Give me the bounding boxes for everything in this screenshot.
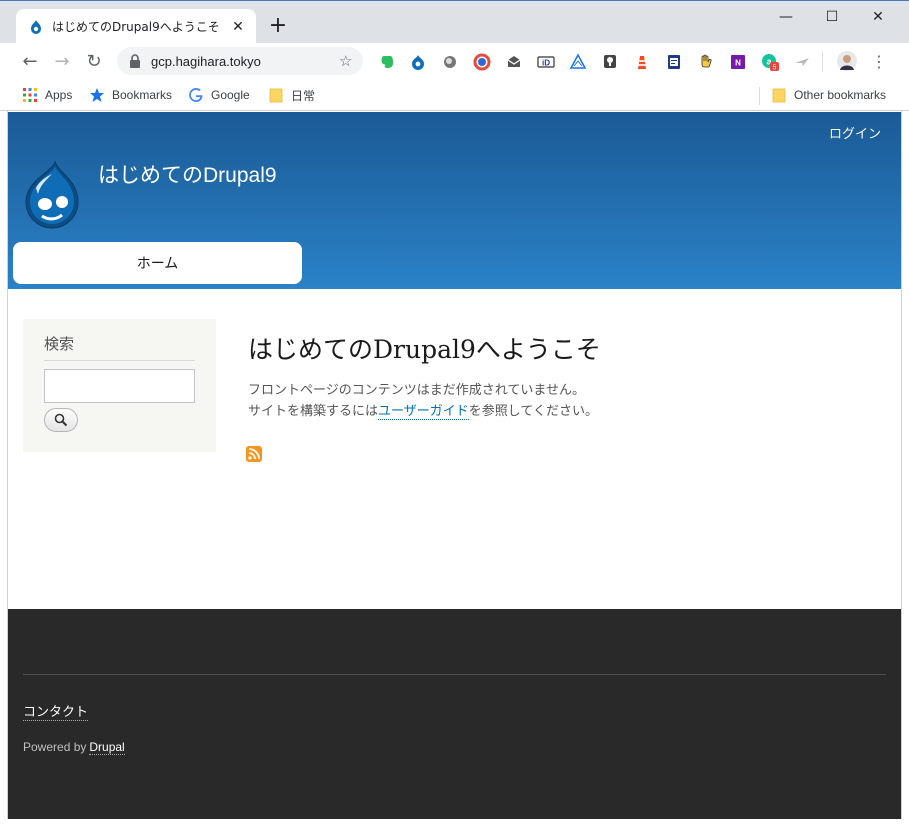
- minimize-button[interactable]: —: [763, 5, 809, 29]
- login-link[interactable]: ログイン: [829, 123, 881, 142]
- search-input[interactable]: [44, 369, 195, 403]
- forward-button[interactable]: →: [51, 51, 73, 73]
- bookmark-google[interactable]: Google: [188, 86, 250, 104]
- intro-line-1: フロントページのコンテンツはまだ作成されていません。: [248, 383, 585, 398]
- triangle-icon[interactable]: [569, 53, 587, 71]
- menu-item-home-label: ホーム: [136, 256, 179, 272]
- window-frame-bottom: [0, 819, 909, 826]
- lock-icon: [130, 54, 140, 68]
- menu-item-home[interactable]: ホーム: [13, 242, 302, 284]
- onenote-icon[interactable]: N: [729, 53, 747, 71]
- bookmark-folder[interactable]: 日常: [268, 86, 315, 104]
- drupal-logo-icon[interactable]: [22, 160, 82, 230]
- window-frame-left: [0, 111, 8, 826]
- drupal-icon[interactable]: [409, 53, 427, 71]
- bookmark-google-label: Google: [211, 88, 250, 102]
- hand-icon[interactable]: [697, 53, 715, 71]
- grammarly-icon[interactable]: a5: [761, 53, 779, 71]
- bookmarks-divider: [759, 87, 760, 105]
- browser-tab[interactable]: はじめてのDrupal9へようこそ | はじめ ✕: [16, 9, 256, 44]
- intro-line-2: サイトを構築するにはユーザーガイドを参照してください。: [248, 401, 878, 422]
- lighthouse-icon[interactable]: [633, 53, 651, 71]
- browser-titlebar: はじめてのDrupal9へようこそ | はじめ ✕ + — ☐ ✕: [0, 0, 909, 44]
- bookmark-apps-label: Apps: [45, 88, 73, 102]
- bookmark-bookmarks[interactable]: Bookmarks: [89, 86, 172, 104]
- svg-text:iD: iD: [542, 59, 550, 68]
- new-tab-button[interactable]: +: [266, 15, 290, 39]
- svg-text:N: N: [735, 59, 741, 68]
- plane-icon[interactable]: [793, 53, 811, 71]
- bookmarks-bar: Apps Bookmarks Google 日常 Other bookmarks: [0, 80, 909, 111]
- evernote-icon[interactable]: [378, 53, 396, 71]
- search-icon: [54, 413, 68, 427]
- bulb-icon[interactable]: [601, 53, 619, 71]
- folder-icon: [269, 88, 283, 103]
- close-window-button[interactable]: ✕: [855, 5, 901, 29]
- bookmark-other-label: Other bookmarks: [794, 88, 887, 102]
- bookmark-folder-label: 日常: [291, 88, 316, 103]
- google-icon: [189, 88, 203, 102]
- bookmark-apps[interactable]: Apps: [22, 86, 72, 104]
- apps-grid-icon: [23, 88, 37, 102]
- circle-icon[interactable]: [441, 53, 459, 71]
- id-icon[interactable]: iD: [537, 53, 555, 71]
- search-button[interactable]: [44, 408, 78, 432]
- main-content: はじめてのDrupal9へようこそ フロントページのコンテンツはまだ作成されてい…: [246, 330, 878, 462]
- url-text[interactable]: gcp.hagihara.tokyo: [151, 54, 339, 69]
- toolbar-divider: [822, 52, 823, 72]
- folder-icon: [772, 88, 786, 103]
- intro-text: フロントページのコンテンツはまだ作成されていません。 サイトを構築するにはユーザ…: [248, 380, 878, 422]
- footer-contact-link[interactable]: コンタクト: [23, 701, 89, 721]
- reload-button[interactable]: ↻: [83, 51, 105, 73]
- intro-line-2-suffix: を参照してください。: [468, 404, 598, 419]
- star-icon: [90, 88, 104, 102]
- drupal-favicon-icon: [31, 19, 41, 34]
- bookmark-other[interactable]: Other bookmarks: [771, 86, 886, 104]
- window-frame-right: [901, 111, 909, 826]
- chrome-color-icon[interactable]: [473, 53, 491, 71]
- intro-line-2-prefix: サイトを構築するには: [248, 404, 379, 419]
- browser-toolbar: ← → ↻ gcp.hagihara.tokyo ☆ iD N a5 ⋮: [0, 43, 909, 80]
- maximize-button[interactable]: ☐: [809, 5, 855, 29]
- back-button[interactable]: ←: [19, 51, 41, 73]
- bookmark-star-icon[interactable]: ☆: [339, 53, 355, 69]
- extension-badge: 5: [773, 65, 777, 72]
- site-header: ログイン はじめてのDrupal9 ホーム: [8, 112, 901, 289]
- page-title: はじめてのDrupal9へようこそ: [248, 335, 601, 364]
- user-guide-link[interactable]: ユーザーガイド: [378, 404, 469, 420]
- site-footer: コンタクト Powered by Drupal: [8, 609, 901, 819]
- powered-by: Powered by Drupal: [23, 740, 125, 755]
- clipboard-icon[interactable]: [665, 53, 683, 71]
- bookmark-bookmarks-label: Bookmarks: [112, 88, 173, 102]
- powered-by-prefix: Powered by: [23, 740, 87, 754]
- site-name[interactable]: はじめてのDrupal9: [98, 159, 277, 189]
- web-page: ログイン はじめてのDrupal9 ホーム 検索 はじめてのDrupal9へよう…: [8, 112, 901, 819]
- search-block: 検索: [23, 319, 216, 452]
- drupal-link[interactable]: Drupal: [89, 740, 125, 755]
- address-bar[interactable]: gcp.hagihara.tokyo ☆: [117, 47, 363, 75]
- tab-close-icon[interactable]: ✕: [230, 19, 246, 35]
- footer-divider: [23, 674, 886, 675]
- profile-avatar[interactable]: [837, 51, 857, 71]
- mail-icon[interactable]: [505, 53, 523, 71]
- rss-feed-icon[interactable]: [246, 446, 262, 462]
- search-block-title: 検索: [44, 333, 195, 361]
- tab-title: はじめてのDrupal9へようこそ | はじめ: [52, 20, 224, 34]
- browser-menu-button[interactable]: ⋮: [868, 51, 890, 73]
